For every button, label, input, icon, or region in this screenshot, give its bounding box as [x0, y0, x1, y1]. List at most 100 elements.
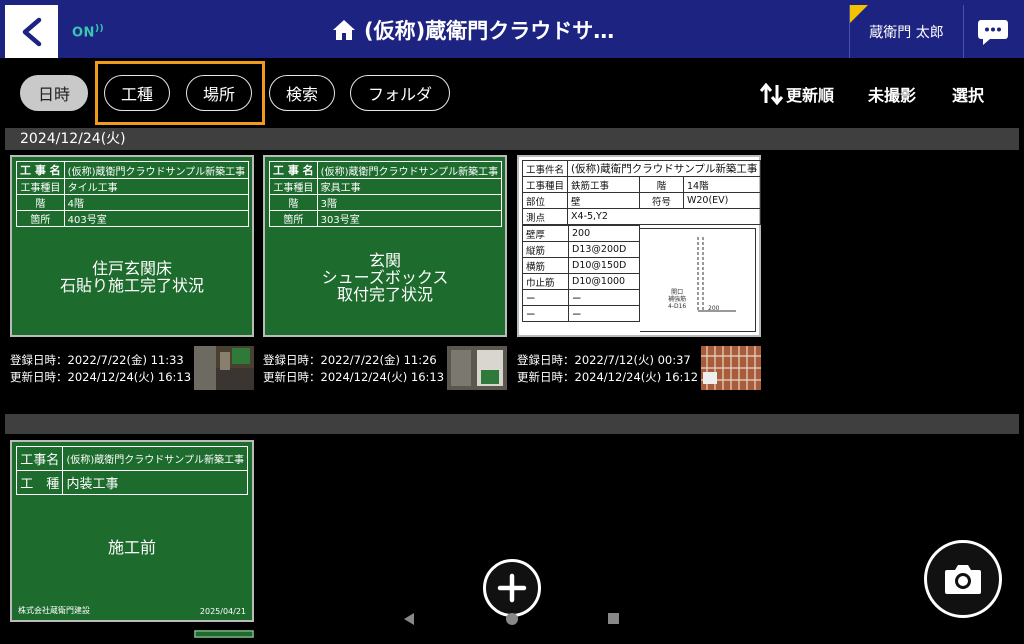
chat-button[interactable] — [966, 5, 1019, 58]
board-label: 壁厚 — [522, 225, 569, 242]
sort-button[interactable]: 更新順 — [760, 82, 834, 106]
user-flag-marker — [850, 5, 868, 23]
board-description: 玄関 シューズボックス 取付完了状況 — [265, 219, 505, 335]
board-label: ー — [522, 289, 569, 306]
board-label: 工事種目 — [269, 178, 318, 195]
online-status-label: ON — [72, 25, 95, 41]
updated-date: 更新日時：2024/12/24(火) 16:13 — [263, 370, 445, 384]
registered-date: 登録日時：2022/7/12(火) 00:37 — [517, 353, 691, 367]
board-line: 施工前 — [107, 537, 156, 557]
board-value: 壁 — [567, 192, 640, 209]
board-value: (仮称)蔵衛門クラウドサンプル新築工事 — [567, 160, 762, 177]
photo-thumbnail[interactable] — [194, 346, 254, 390]
camera-button[interactable] — [924, 540, 1002, 618]
board-value: 14階 — [682, 176, 762, 193]
board-value: 200 — [568, 225, 640, 242]
nav-recent-icon[interactable] — [607, 612, 620, 625]
filter-location[interactable]: 場所 — [186, 75, 252, 111]
board-line: 玄関 — [368, 250, 401, 270]
photo-tile[interactable]: 工 事 名 (仮称)蔵衛門クラウドサンプル新築工事 工事種目 家具工事 階 3階 箇所… — [263, 155, 507, 337]
board-value: 家具工事 — [316, 178, 503, 195]
photo-thumbnail[interactable] — [447, 346, 507, 390]
filter-folder[interactable]: フォルダ — [350, 75, 450, 111]
select-label: 選択 — [952, 86, 985, 105]
sketch-note-line: 補強筋 — [668, 296, 687, 303]
board-value: ー — [568, 305, 640, 322]
filter-search[interactable]: 検索 — [269, 75, 335, 111]
date-group-header: 2024/12/24(火) — [5, 128, 1019, 150]
photo-board: 工 事 名 (仮称)蔵衛門クラウドサンプル新築工事 工事種目 家具工事 階 3階 箇所… — [265, 157, 505, 335]
photo-thumbnail-mini[interactable] — [194, 630, 254, 638]
board-spec-table: 壁厚 200 縦筋 D13@200D 横筋 D10@150D 巾止筋 D10@1000 … — [522, 225, 640, 322]
rebar-sketch-drawing — [697, 237, 736, 312]
select-button[interactable]: 選択 — [952, 82, 984, 106]
title-area: (仮称)蔵衛門クラウドサ… — [332, 15, 614, 45]
filter-work-type[interactable]: 工種 — [104, 75, 170, 111]
board-table: 工事件名 (仮称)蔵衛門クラウドサンプル新築工事 工事種目 鉄筋工事階 14階 部位壁… — [521, 160, 762, 225]
back-arrow-icon — [22, 17, 41, 46]
board-line: シューズボックス — [321, 267, 449, 287]
photo-thumbnail[interactable] — [701, 346, 761, 390]
board-label: 部位 — [521, 192, 569, 209]
board-label: 階 — [638, 176, 684, 193]
board-label: 工 種 — [15, 470, 64, 495]
photo-meta: 登録日時：2022/7/22(金) 11:26 更新日時：2024/12/24(… — [263, 352, 444, 386]
photo-board: 工 事 名 (仮称)蔵衛門クラウドサンプル新築工事 工事種目 タイル工事 階 4階 箇… — [12, 157, 252, 335]
board-label: 工事件名 — [521, 160, 569, 177]
sketch-dimension: 200 — [708, 305, 720, 312]
board-label: 測点 — [521, 208, 569, 225]
project-title: (仮称)蔵衛門クラウドサ… — [364, 19, 615, 43]
wifi-icon: )) — [94, 24, 105, 34]
add-button[interactable] — [483, 559, 541, 617]
board-value: (仮称)蔵衛門クラウドサンプル新築工事 — [63, 161, 250, 179]
board-value: 3階 — [316, 194, 503, 211]
board-value: D13@200D — [568, 241, 640, 258]
updated-date: 更新日時：2024/12/24(火) 16:13 — [10, 370, 192, 384]
board-value: D10@150D — [568, 257, 640, 274]
updated-date: 更新日時：2024/12/24(火) 16:12 — [517, 370, 699, 384]
filter-datetime[interactable]: 日時 — [20, 75, 88, 111]
photo-board: 工事名 (仮称)蔵衛門クラウドサンプル新築工事 工 種内装工事 施工前 株式会社蔵… — [12, 442, 252, 620]
photo-tile[interactable]: 工 事 名 (仮称)蔵衛門クラウドサンプル新築工事 工事種目 タイル工事 階 4階 箇… — [10, 155, 254, 337]
board-label: 縦筋 — [522, 241, 569, 258]
board-label: 横筋 — [522, 257, 569, 274]
chat-icon — [977, 19, 1008, 45]
board-table: 工事名 (仮称)蔵衛門クラウドサンプル新築工事 工 種内装工事 — [15, 446, 248, 495]
camera-icon — [945, 565, 981, 594]
board-value: (仮称)蔵衛門クラウドサンプル新築工事 — [62, 446, 248, 471]
nav-home-icon[interactable] — [505, 612, 519, 626]
board-company: 株式会社蔵衛門建設 — [18, 606, 90, 615]
sketch-note-line: 開口 — [671, 289, 684, 296]
board-line: 取付完了状況 — [336, 284, 433, 304]
board-value: タイル工事 — [63, 178, 250, 195]
user-menu[interactable]: 蔵衛門 太郎 — [849, 5, 964, 58]
back-button[interactable] — [5, 5, 58, 58]
sketch-note: 開口 補強筋 4-D16 — [668, 289, 686, 310]
board-value: X4-5,Y2 — [567, 208, 762, 225]
photo-tile[interactable]: 工事件名 (仮称)蔵衛門クラウドサンプル新築工事 工事種目 鉄筋工事階 14階 部位壁… — [517, 155, 762, 337]
board-line: 住戸玄関床 — [91, 259, 172, 278]
photo-meta: 登録日時：2022/7/22(金) 11:33 更新日時：2024/12/24(… — [10, 352, 191, 386]
board-value: 内装工事 — [62, 470, 248, 495]
photo-meta: 登録日時：2022/7/12(火) 00:37 更新日時：2024/12/24(… — [517, 352, 698, 386]
photo-board: 工事件名 (仮称)蔵衛門クラウドサンプル新築工事 工事種目 鉄筋工事階 14階 部位壁… — [519, 157, 762, 335]
photo-tile[interactable]: 工事名 (仮称)蔵衛門クラウドサンプル新築工事 工 種内装工事 施工前 株式会社蔵… — [10, 440, 254, 622]
board-label: 工 事 名 — [16, 161, 65, 179]
board-description: 住戸玄関床 石貼り施工完了状況 — [12, 219, 252, 335]
group-separator — [5, 414, 1019, 434]
board-label: 工事種目 — [521, 176, 569, 193]
unshot-label: 未撮影 — [868, 86, 917, 105]
board-value: W20(EV) — [682, 192, 762, 209]
sort-label: 更新順 — [786, 86, 835, 105]
home-icon — [333, 20, 355, 40]
board-value: 4階 — [63, 194, 250, 211]
unshot-button[interactable]: 未撮影 — [868, 82, 916, 106]
filter-toolbar: 日時 工種 場所 検索 フォルダ 更新順 未撮影 選択 — [0, 58, 1024, 128]
board-label: 階 — [16, 194, 65, 211]
nav-back-icon[interactable] — [403, 612, 415, 626]
board-value: 鉄筋工事 — [567, 176, 640, 193]
sort-arrows-icon — [760, 83, 784, 105]
board-value: ー — [568, 289, 640, 306]
app-header: ON)) (仮称)蔵衛門クラウドサ… 蔵衛門 太郎 — [0, 0, 1024, 58]
board-table: 工 事 名 (仮称)蔵衛門クラウドサンプル新築工事 工事種目 家具工事 階 3階 箇所… — [269, 161, 503, 227]
